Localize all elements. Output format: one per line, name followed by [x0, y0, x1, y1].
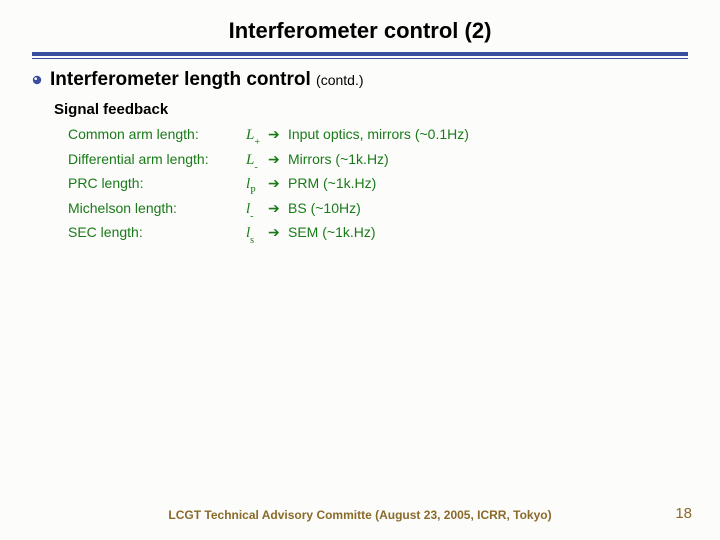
arrow-icon: ➔: [268, 173, 288, 193]
footer: LCGT Technical Advisory Committe (August…: [0, 508, 720, 522]
item-symbol: l-: [246, 199, 268, 223]
item-label: Common arm length:: [68, 124, 246, 144]
item-dest: BS (~10Hz): [288, 198, 688, 218]
list-item: SEC length: ls ➔ SEM (~1k.Hz): [68, 222, 688, 247]
arrow-icon: ➔: [268, 149, 288, 169]
section-row: Interferometer length control (contd.): [32, 69, 688, 91]
arrow-icon: ➔: [268, 222, 288, 242]
section-annotation: (contd.): [316, 72, 363, 88]
item-dest: SEM (~1k.Hz): [288, 222, 688, 242]
list-item: Differential arm length: L- ➔ Mirrors (~…: [68, 149, 688, 174]
bullet-icon: [32, 75, 42, 85]
item-label: Michelson length:: [68, 198, 246, 218]
section-heading: Interferometer length control (contd.): [50, 69, 364, 91]
item-symbol: L+: [246, 125, 268, 149]
item-label: Differential arm length:: [68, 149, 246, 169]
item-symbol: ls: [246, 223, 268, 247]
item-dest: PRM (~1k.Hz): [288, 173, 688, 193]
item-label: PRC length:: [68, 173, 246, 193]
slide: Interferometer control (2) Interferomete…: [0, 0, 720, 540]
list-item: PRC length: lP ➔ PRM (~1k.Hz): [68, 173, 688, 198]
page-title: Interferometer control (2): [32, 18, 688, 44]
page-number: 18: [675, 505, 692, 522]
section-heading-text: Interferometer length control: [50, 69, 311, 90]
list-item: Common arm length: L+ ➔ Input optics, mi…: [68, 124, 688, 149]
footer-text: LCGT Technical Advisory Committe (August…: [0, 508, 720, 522]
item-label: SEC length:: [68, 222, 246, 242]
sub-heading: Signal feedback: [54, 101, 688, 118]
signal-list: Common arm length: L+ ➔ Input optics, mi…: [68, 124, 688, 247]
item-dest: Input optics, mirrors (~0.1Hz): [288, 124, 688, 144]
title-rule: [32, 52, 688, 59]
list-item: Michelson length: l- ➔ BS (~10Hz): [68, 198, 688, 223]
arrow-icon: ➔: [268, 198, 288, 218]
item-symbol: L-: [246, 150, 268, 174]
item-dest: Mirrors (~1k.Hz): [288, 149, 688, 169]
arrow-icon: ➔: [268, 124, 288, 144]
item-symbol: lP: [246, 174, 268, 198]
